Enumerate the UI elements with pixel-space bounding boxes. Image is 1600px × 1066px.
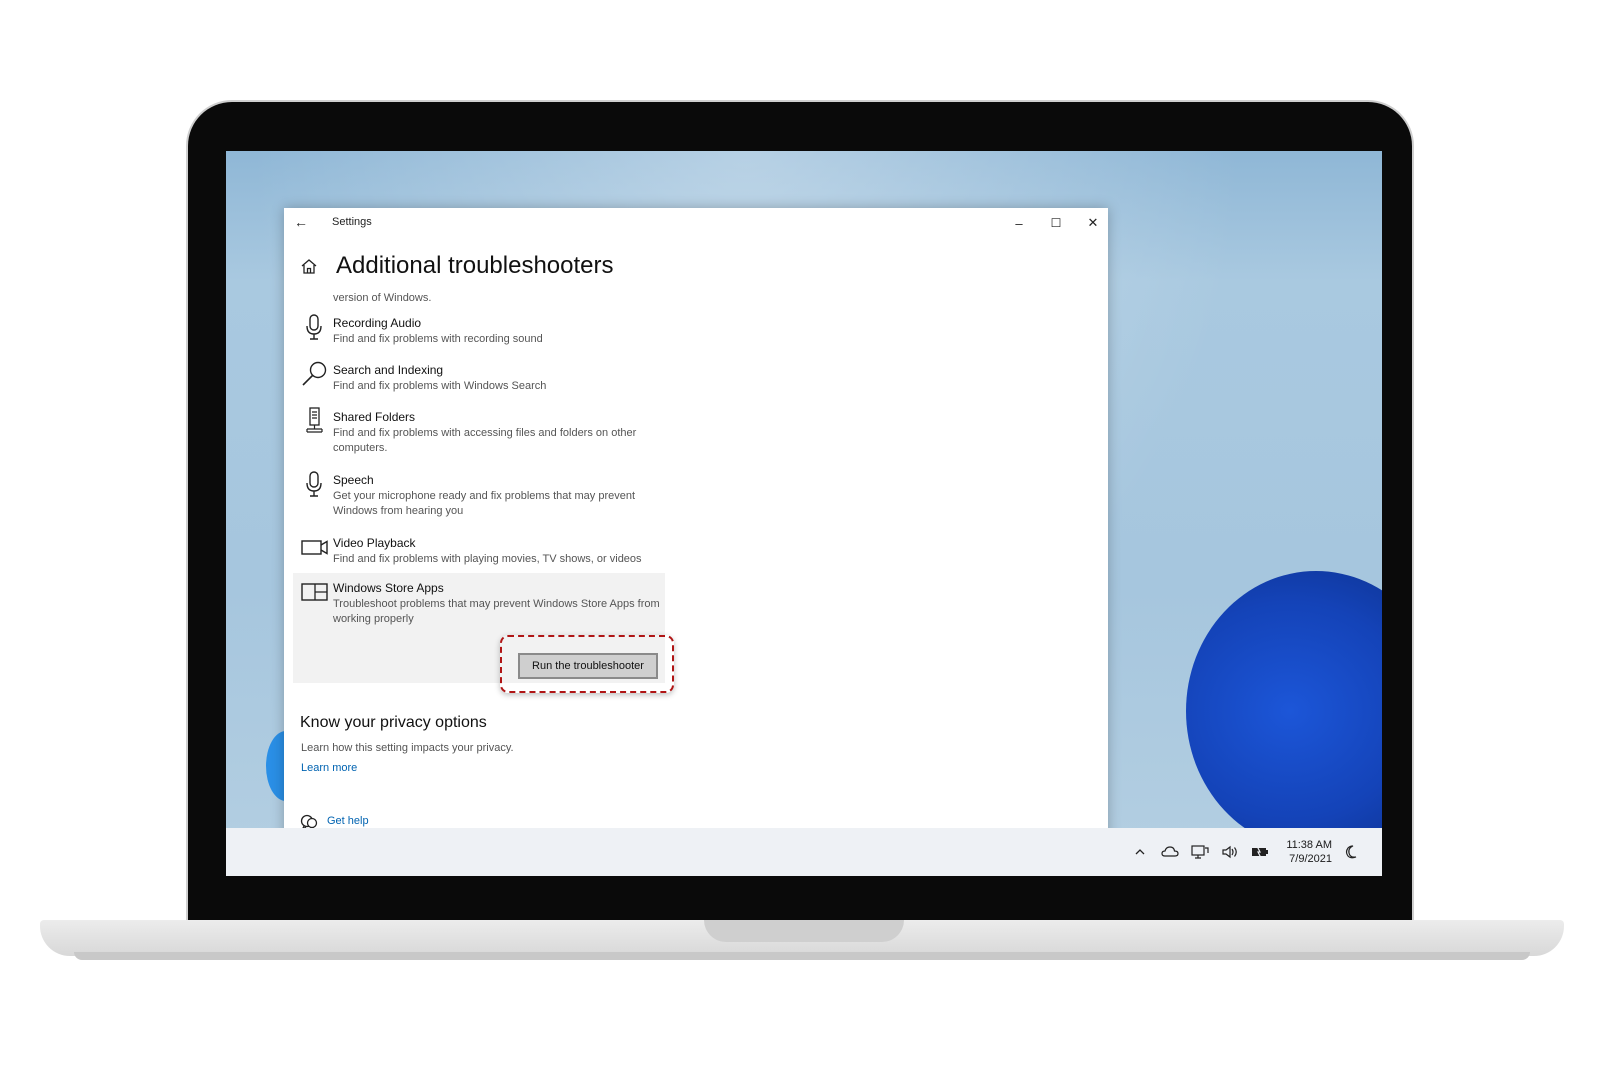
search-icon: [302, 361, 327, 386]
troubleshooter-video-playback[interactable]: Video Playback Find and fix problems wit…: [293, 528, 665, 574]
troubleshooter-title: Windows Store Apps: [333, 581, 444, 595]
troubleshooter-title: Recording Audio: [333, 316, 422, 330]
minimize-button[interactable]: –: [1004, 212, 1034, 234]
system-tray: 11:38 AM 7/9/2021: [1130, 836, 1362, 868]
home-icon[interactable]: [298, 256, 320, 278]
truncated-description: version of Windows.: [333, 292, 432, 304]
clock-date: 7/9/2021: [1289, 853, 1332, 865]
troubleshooter-shared-folders[interactable]: Shared Folders Find and fix problems wit…: [293, 402, 665, 464]
troubleshooter-title: Search and Indexing: [333, 363, 444, 377]
troubleshooter-recording-audio[interactable]: Recording Audio Find and fix problems wi…: [293, 308, 665, 354]
learn-more-link[interactable]: Learn more: [301, 762, 357, 774]
troubleshooter-speech[interactable]: Speech Get your microphone ready and fix…: [293, 465, 665, 527]
store-apps-icon: [301, 583, 328, 601]
troubleshooter-description: Find and fix problems with Windows Searc…: [333, 380, 547, 392]
privacy-description: Learn how this setting impacts your priv…: [301, 742, 514, 754]
maximize-button[interactable]: ☐: [1041, 212, 1071, 234]
taskbar-clock[interactable]: 11:38 AM 7/9/2021: [1286, 838, 1332, 866]
chevron-up-icon[interactable]: [1130, 842, 1150, 862]
taskbar: 11:38 AM 7/9/2021: [226, 828, 1382, 876]
laptop-notch: [704, 920, 904, 942]
laptop-base-shadow: [74, 952, 1530, 960]
network-icon[interactable]: [1190, 842, 1210, 862]
troubleshooter-title: Speech: [333, 473, 374, 487]
wallpaper-bloom: [1186, 571, 1382, 851]
back-arrow-icon[interactable]: ←: [294, 214, 312, 232]
close-button[interactable]: ✕: [1078, 212, 1108, 234]
title-bar: ← Settings – ☐ ✕: [284, 208, 1108, 238]
troubleshooter-description: Find and fix problems with accessing fil…: [333, 427, 637, 454]
microphone-icon: [306, 471, 322, 497]
troubleshooter-description: Get your microphone ready and fix proble…: [333, 490, 636, 517]
troubleshooter-title: Video Playback: [333, 536, 416, 550]
video-camera-icon: [301, 540, 328, 555]
desktop-screen: ← Settings – ☐ ✕ Additional troubleshoot…: [226, 151, 1382, 876]
troubleshooter-description: Find and fix problems with recording sou…: [333, 333, 543, 345]
troubleshooter-description: Troubleshoot problems that may prevent W…: [333, 598, 660, 625]
run-troubleshooter-button[interactable]: Run the troubleshooter: [518, 653, 658, 679]
troubleshooter-title: Shared Folders: [333, 410, 416, 424]
shared-folders-icon: [306, 407, 323, 433]
privacy-heading: Know your privacy options: [300, 714, 487, 731]
get-help-link[interactable]: Get help: [327, 815, 369, 827]
battery-icon[interactable]: [1250, 842, 1270, 862]
volume-icon[interactable]: [1220, 842, 1240, 862]
moon-icon[interactable]: [1342, 842, 1362, 862]
window-title: Settings: [332, 216, 372, 228]
page-title: Additional troubleshooters: [336, 252, 614, 279]
clock-time: 11:38 AM: [1286, 839, 1332, 851]
microphone-icon: [306, 314, 322, 340]
troubleshooter-description: Find and fix problems with playing movie…: [333, 553, 642, 565]
laptop-mockup: ← Settings – ☐ ✕ Additional troubleshoot…: [0, 0, 1600, 1066]
troubleshooter-search-indexing[interactable]: Search and Indexing Find and fix problem…: [293, 355, 665, 401]
settings-window: ← Settings – ☐ ✕ Additional troubleshoot…: [284, 208, 1108, 853]
cloud-icon[interactable]: [1160, 842, 1180, 862]
